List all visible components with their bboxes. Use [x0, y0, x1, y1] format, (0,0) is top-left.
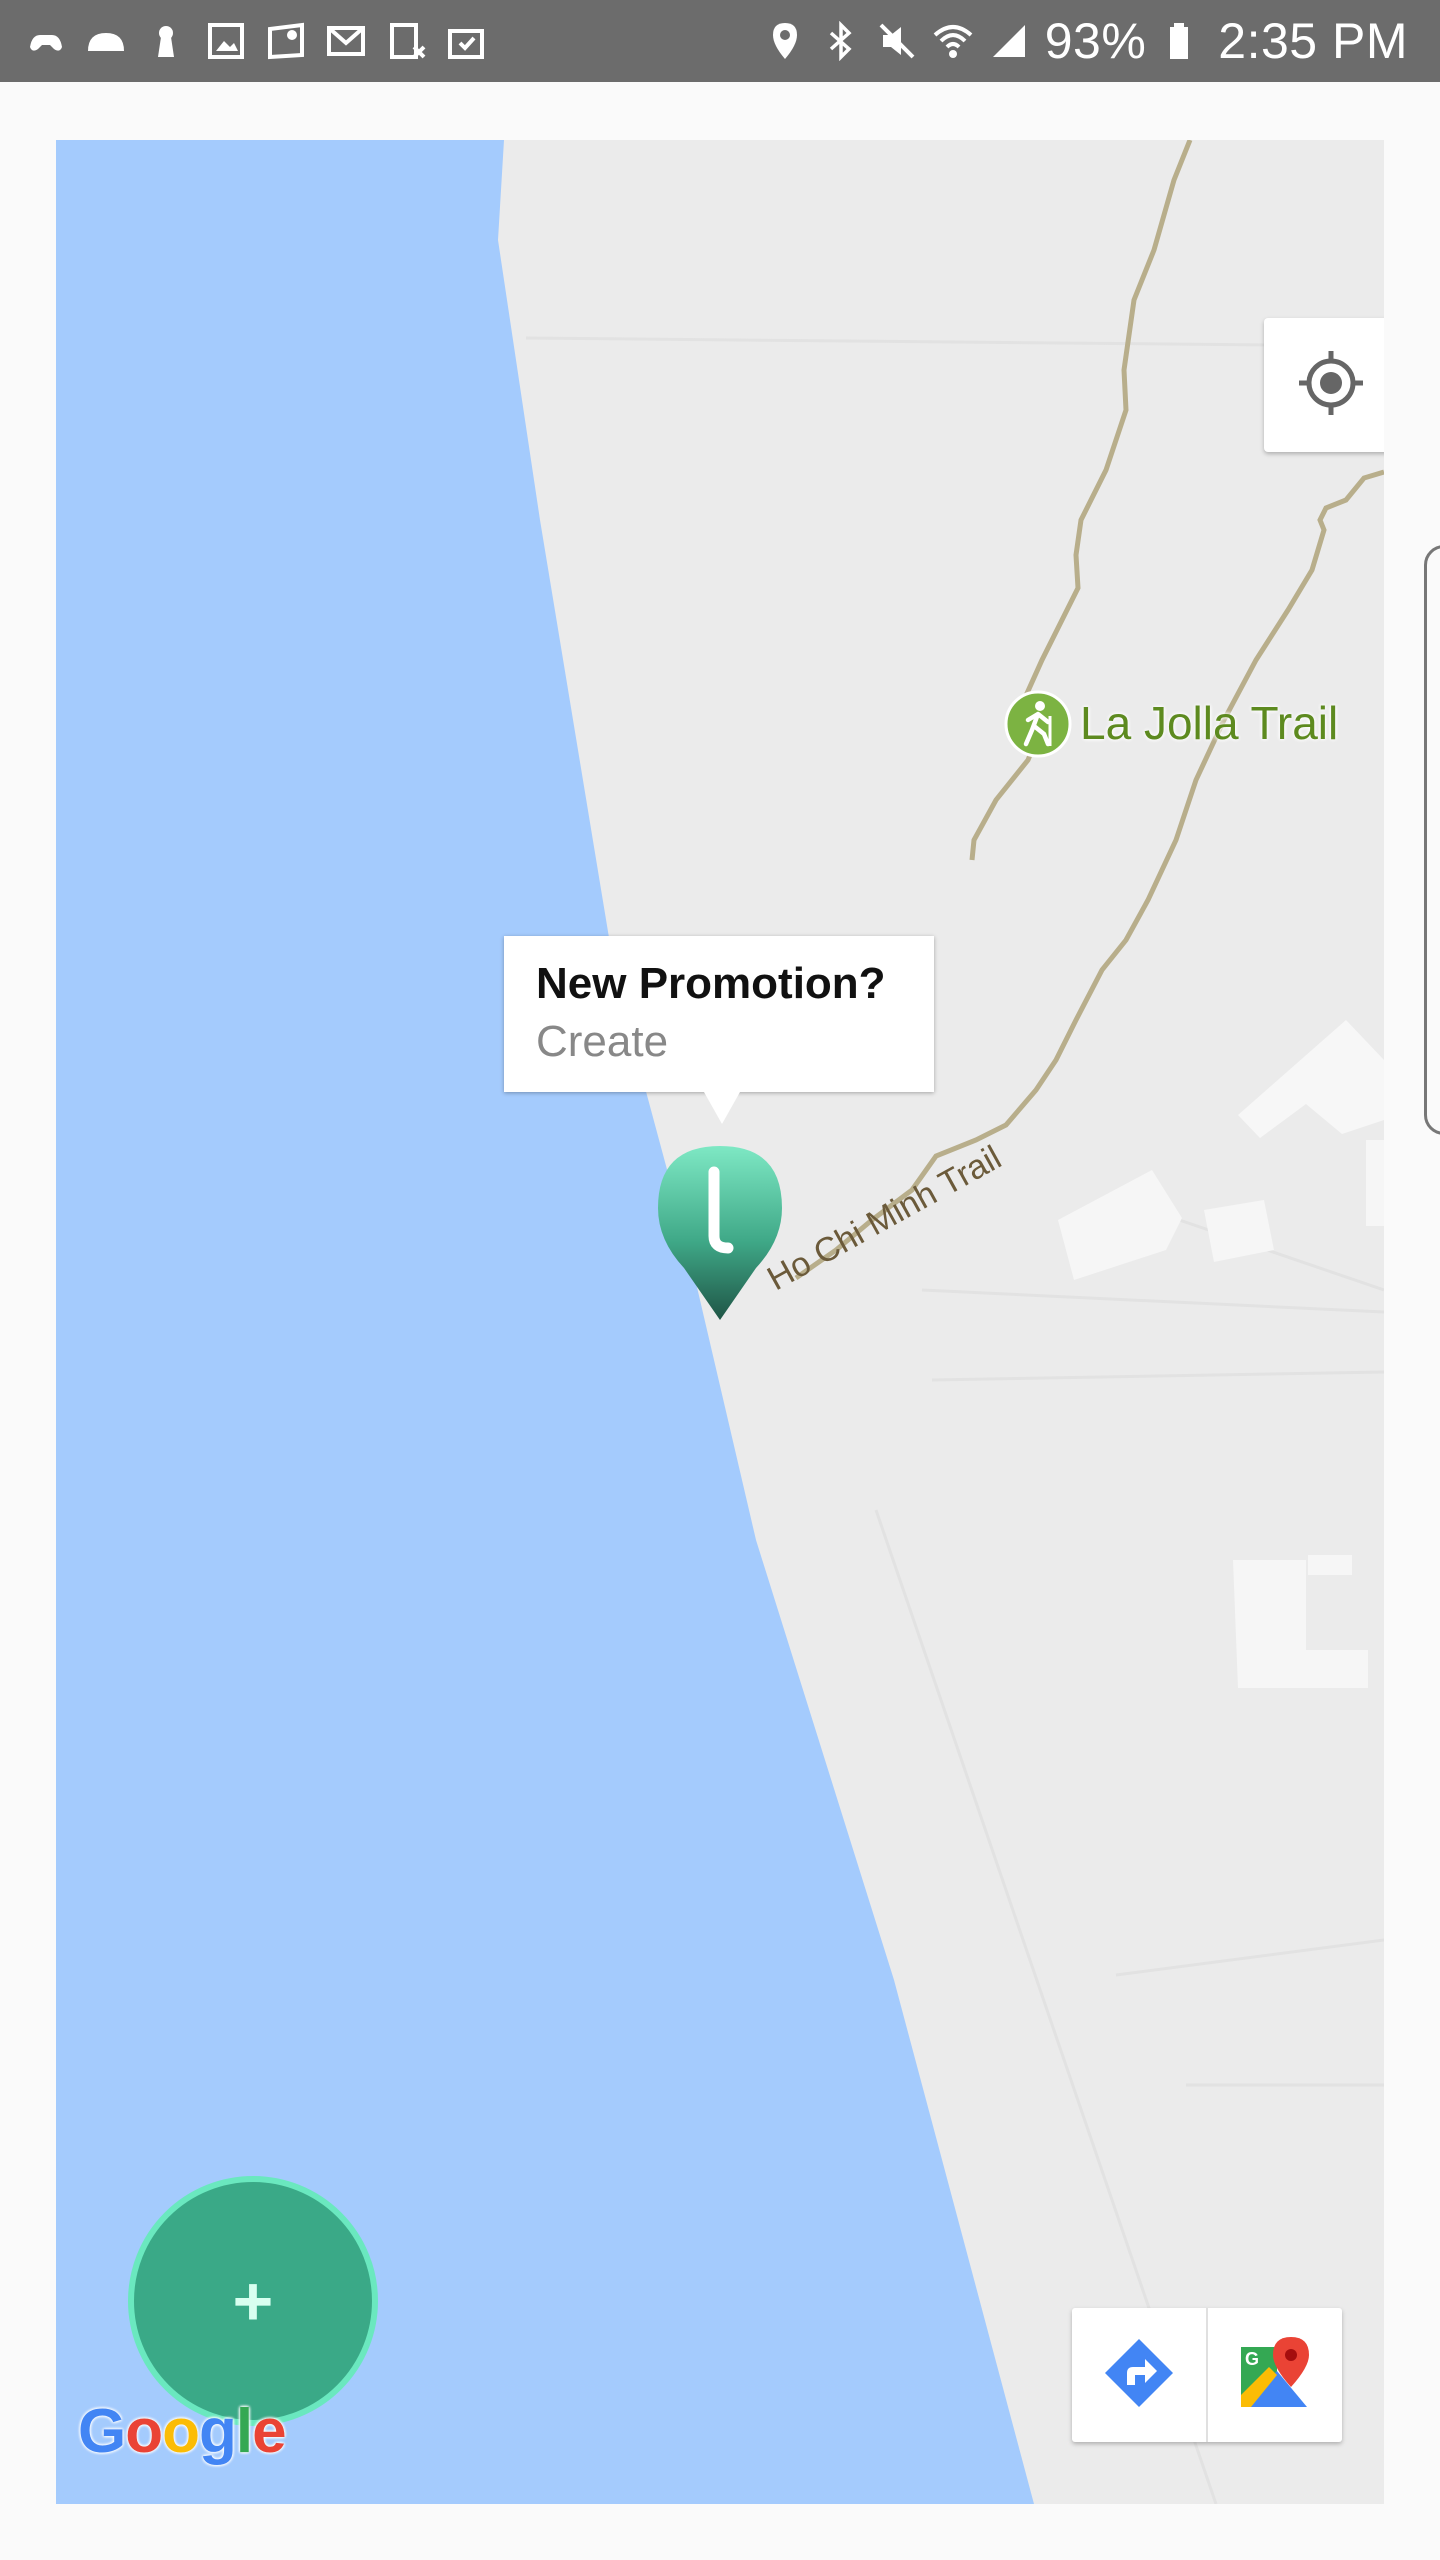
open-in-maps-button[interactable]: G	[1206, 2308, 1342, 2442]
directions-icon	[1103, 2337, 1175, 2414]
map-pin-icon	[658, 1146, 782, 1320]
keyhole-icon	[146, 21, 186, 61]
drawer-handle[interactable]	[1424, 545, 1440, 1135]
location-icon	[765, 21, 805, 61]
map-toolbar: G	[1072, 2308, 1342, 2442]
battery-icon	[1162, 21, 1202, 61]
signal-icon	[989, 21, 1029, 61]
info-window[interactable]: New Promotion? Create	[504, 936, 934, 1124]
directions-button[interactable]	[1072, 2308, 1206, 2442]
hiking-icon	[1004, 690, 1072, 758]
google-logo: Google	[78, 2397, 287, 2466]
add-button[interactable]: +	[128, 2176, 378, 2426]
cloud-icon	[86, 21, 126, 61]
map-view[interactable]: La Jolla Trail Ho Chi Minh Trail New Pro…	[56, 140, 1384, 2504]
promotion-marker[interactable]	[656, 1144, 784, 1324]
sim-icon	[386, 21, 426, 61]
maps-icon	[266, 21, 306, 61]
gmail-icon	[326, 21, 366, 61]
info-window-title: New Promotion?	[536, 959, 886, 1008]
wifi-icon	[933, 21, 973, 61]
game-controller-icon	[26, 21, 66, 61]
clipboard-icon	[446, 21, 486, 61]
notification-icons	[26, 0, 486, 82]
create-promotion-link[interactable]: Create	[536, 1012, 902, 1072]
bluetooth-icon	[821, 20, 861, 62]
my-location-button[interactable]	[1264, 318, 1384, 452]
system-status: 93% 2:35 PM	[765, 0, 1408, 82]
mute-icon	[877, 21, 917, 61]
google-maps-icon: G	[1237, 2335, 1313, 2416]
image-icon	[206, 21, 246, 61]
svg-text:G: G	[1245, 2349, 1259, 2369]
status-bar: 93% 2:35 PM	[0, 0, 1440, 82]
battery-percent: 93%	[1044, 13, 1147, 69]
trail-label: La Jolla Trail	[1080, 697, 1339, 749]
crosshair-icon	[1295, 347, 1367, 424]
clock: 2:35 PM	[1218, 13, 1408, 69]
